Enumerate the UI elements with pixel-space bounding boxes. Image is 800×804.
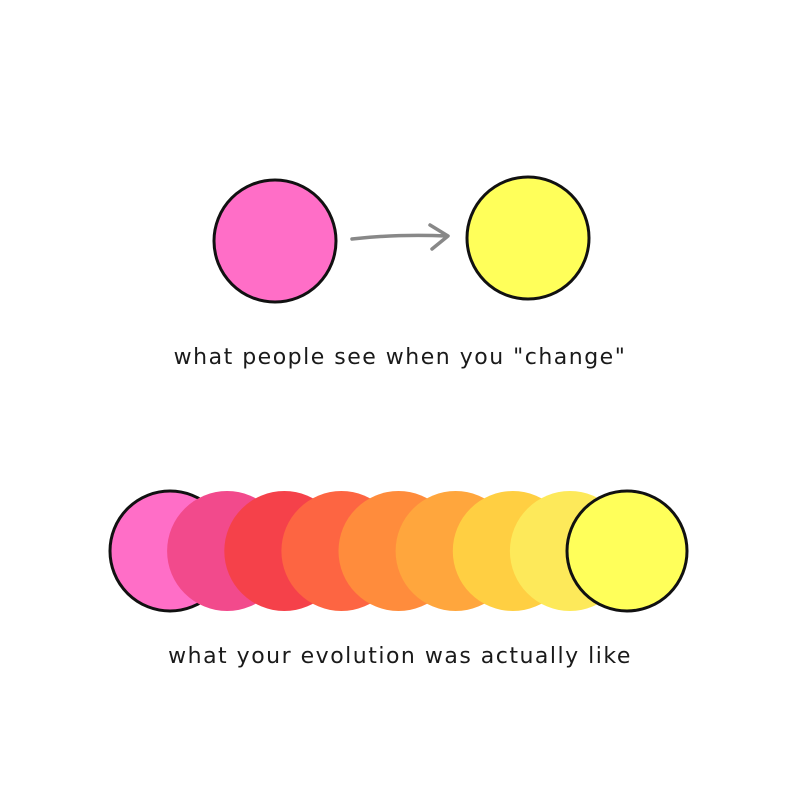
evolution-circle-9 <box>565 489 689 613</box>
caption-bottom: what your evolution was actually like <box>168 644 632 669</box>
illustration <box>108 175 689 613</box>
comic-panel: what people see when you "change" what y… <box>0 0 800 800</box>
end-circle <box>465 175 591 301</box>
evolution-circles <box>108 489 689 613</box>
caption-top: what people see when you "change" <box>173 345 627 370</box>
arrow-icon <box>350 223 450 251</box>
start-circle <box>212 178 338 304</box>
